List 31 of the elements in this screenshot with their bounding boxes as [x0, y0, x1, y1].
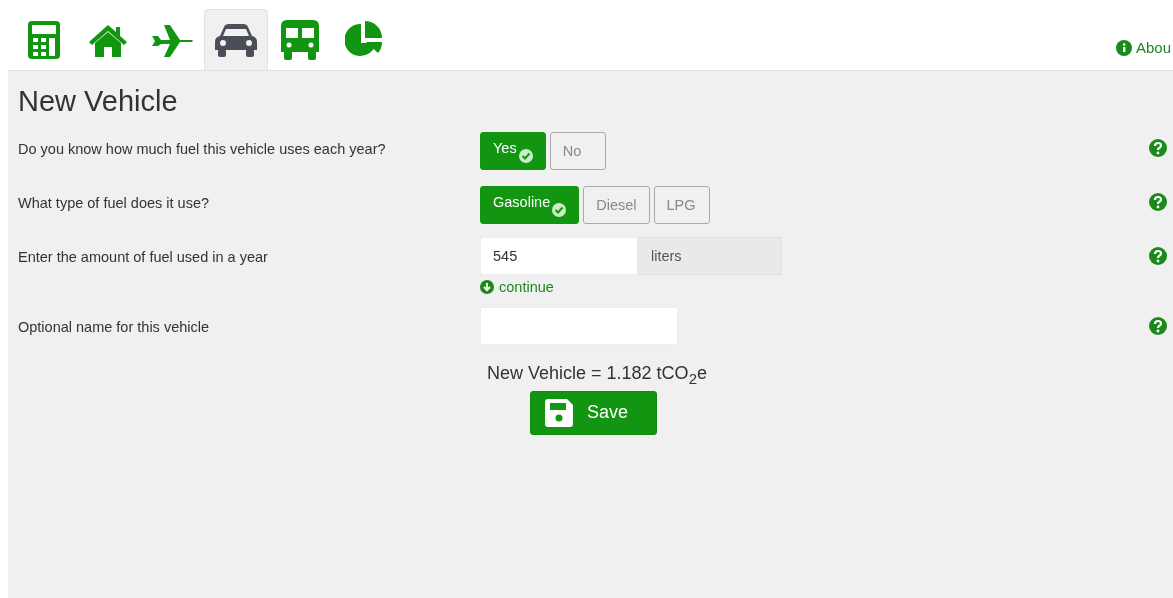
continue-link[interactable]: continue: [480, 279, 554, 295]
option-button[interactable]: Gasoline: [480, 186, 580, 224]
airplane-icon: [150, 23, 194, 57]
help-icon[interactable]: [1149, 247, 1167, 265]
option-button[interactable]: Diesel: [583, 186, 650, 224]
help-icon[interactable]: [1149, 193, 1167, 211]
unit-label: liters: [638, 237, 782, 275]
category-tab[interactable]: [204, 9, 268, 70]
option-button[interactable]: Yes: [480, 132, 546, 170]
calculator-icon: [28, 21, 60, 59]
help-icon[interactable]: [1149, 139, 1167, 157]
down-arrow-icon: [480, 280, 494, 294]
option-button[interactable]: No: [549, 132, 606, 170]
pie-chart-icon: [345, 21, 383, 59]
house-icon: [87, 23, 129, 57]
result-text: New Vehicle = 1.182 tCO$_{2}$e: [487, 363, 707, 387]
question-label: Optional name for this vehicle: [18, 318, 210, 335]
help-icon[interactable]: [1149, 317, 1167, 335]
bus-icon: [281, 20, 319, 60]
about-link[interactable]: Abou: [1116, 39, 1173, 70]
info-icon: [1116, 39, 1132, 56]
car-icon: [215, 23, 257, 57]
question-label: Enter the amount of fuel used in a year: [18, 248, 269, 265]
check-icon: [552, 203, 567, 217]
amount-input[interactable]: 545: [480, 237, 638, 275]
question-label: Do you know how much fuel this vehicle uses each year?: [18, 140, 387, 157]
save-button[interactable]: Save: [530, 390, 657, 435]
form-title: New Vehicle: [18, 84, 179, 119]
option-button[interactable]: LPG: [653, 186, 710, 224]
check-icon: [518, 149, 533, 163]
question-label: What type of fuel does it use?: [18, 194, 211, 211]
